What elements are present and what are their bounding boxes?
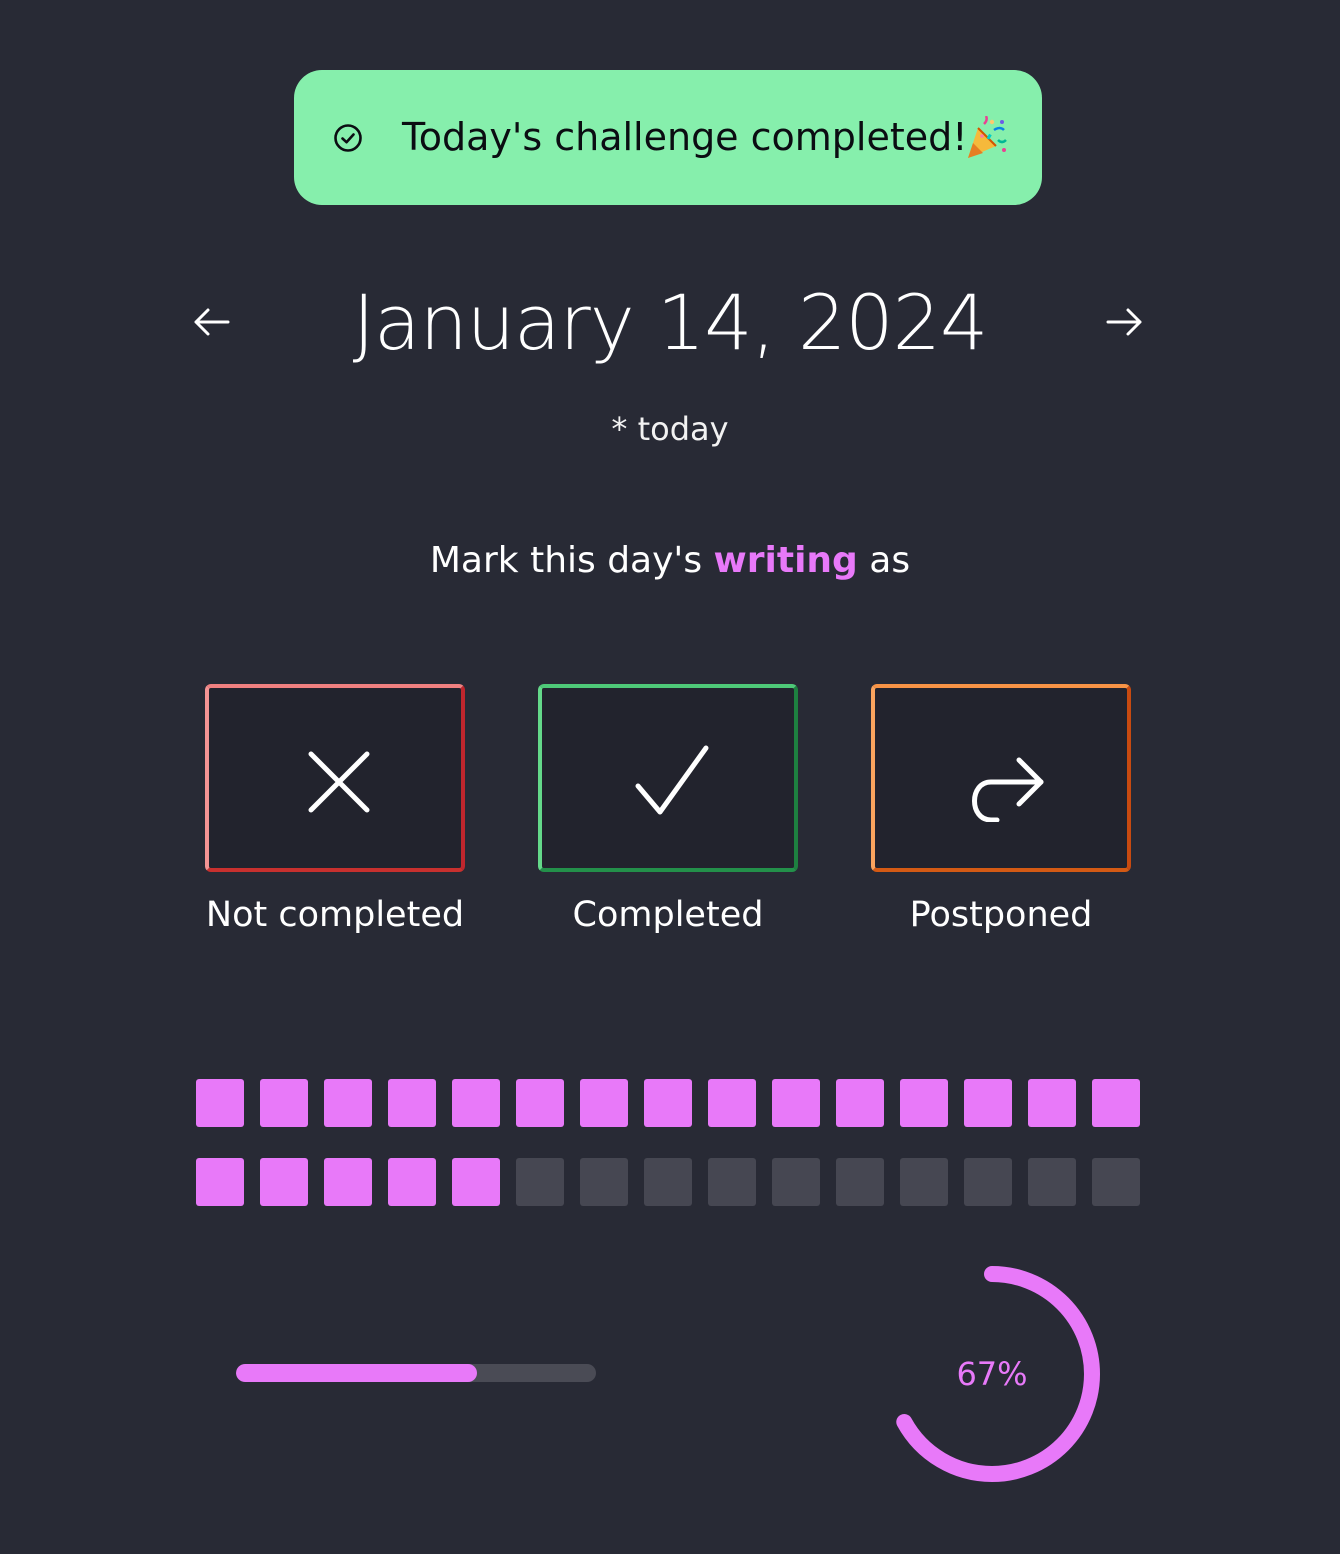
day-cell [964,1079,1012,1127]
not-completed-button[interactable] [205,684,465,872]
habit-name: writing [713,540,858,581]
day-cell [516,1079,564,1127]
day-cell [388,1158,436,1206]
toast-message: Today's challenge completed! [402,115,968,159]
postponed-label: Postponed [909,895,1093,935]
success-toast: Today's challenge completed! [294,70,1042,205]
day-cell [388,1079,436,1127]
day-cell [964,1158,1012,1206]
day-cell [452,1158,500,1206]
day-cell [644,1158,692,1206]
check-icon [635,745,709,815]
day-cell [196,1079,244,1127]
mark-prompt: Mark this day's writing as [270,540,1070,581]
postponed-button[interactable] [871,684,1131,872]
day-cell [324,1158,372,1206]
party-popper-icon [968,116,1007,158]
redo-arrow-icon [972,757,1044,822]
day-cell [836,1158,884,1206]
day-cell [644,1079,692,1127]
prompt-text-after: as [869,540,911,581]
progress-bar [236,1364,596,1382]
day-cell [836,1079,884,1127]
day-cell [772,1079,820,1127]
completed-button[interactable] [538,684,798,872]
day-cell [580,1079,628,1127]
day-cell [1092,1158,1140,1206]
day-cell [260,1158,308,1206]
today-note: * today [611,410,729,448]
x-icon [308,751,370,813]
day-cell [580,1158,628,1206]
day-cell [324,1079,372,1127]
prompt-text-before: Mark this day's [429,540,703,581]
day-cell [772,1158,820,1206]
not-completed-label: Not completed [205,895,465,935]
date-title: January 14, 2024 [352,278,989,367]
day-cell [1092,1079,1140,1127]
progress-ring-label: 67% [956,1355,1028,1393]
day-cell [452,1079,500,1127]
day-cell [1028,1158,1076,1206]
arrow-right-icon[interactable] [1102,300,1146,344]
day-cell [260,1079,308,1127]
arrow-left-icon[interactable] [190,300,234,344]
check-circle-icon [334,124,362,152]
day-cell [196,1158,244,1206]
day-cell [900,1079,948,1127]
day-cell [708,1158,756,1206]
day-cell [708,1079,756,1127]
day-cell [516,1158,564,1206]
day-cell [900,1158,948,1206]
day-cell [1028,1079,1076,1127]
progress-bar-fill [236,1364,478,1382]
completed-label: Completed [572,895,764,935]
